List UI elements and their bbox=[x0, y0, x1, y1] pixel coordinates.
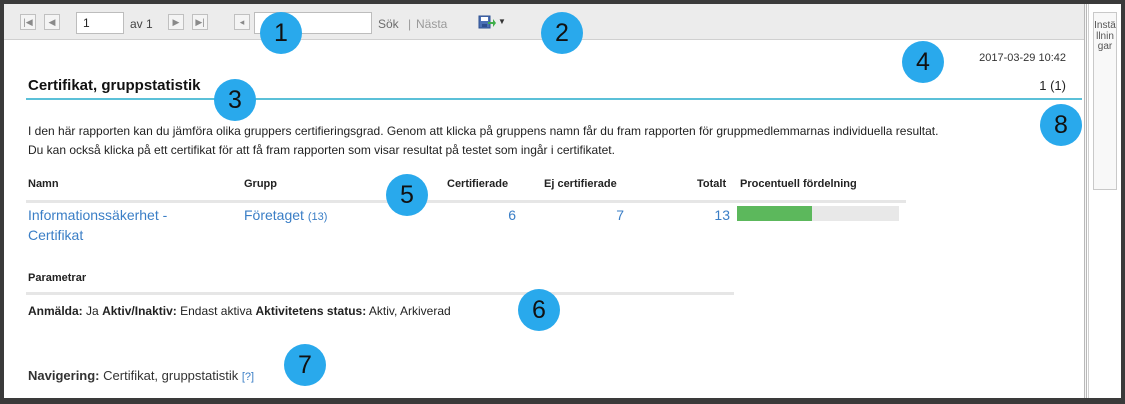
certificate-name-line: Informationssäkerhet - bbox=[28, 207, 168, 223]
back-button[interactable]: ◂ bbox=[234, 14, 250, 30]
param-label: Aktivitetens status: bbox=[255, 304, 367, 318]
settings-side-panel: Inställningar bbox=[1088, 4, 1121, 398]
parameters-rule bbox=[26, 292, 734, 295]
back-icon: ◂ bbox=[239, 17, 245, 27]
group-member-count: (13) bbox=[307, 211, 328, 223]
page-count: 1 (1) bbox=[1039, 78, 1066, 93]
parameters-title: Parametrar bbox=[28, 272, 87, 284]
report-title: Certifikat, gruppstatistik bbox=[28, 77, 201, 94]
find-next-link[interactable]: Nästa bbox=[416, 17, 447, 31]
annotation-marker: 4 bbox=[902, 41, 944, 83]
navigation-current: Certifikat, gruppstatistik bbox=[103, 368, 239, 383]
navigation-label: Navigering: bbox=[28, 368, 100, 383]
last-page-icon: ▶| bbox=[195, 17, 205, 27]
report-description: I den här rapporten kan du jämföra olika… bbox=[28, 122, 1078, 160]
navigation-breadcrumb: Navigering: Certifikat, gruppstatistik [… bbox=[28, 368, 254, 383]
page-of-label: av 1 bbox=[130, 17, 153, 31]
column-header-name: Namn bbox=[28, 178, 59, 190]
prev-page-button[interactable]: ◀ bbox=[44, 14, 60, 30]
param-value: Ja bbox=[86, 304, 99, 318]
annotation-marker: 3 bbox=[214, 79, 256, 121]
param-value: Endast aktiva bbox=[180, 304, 253, 318]
table-header-rule bbox=[26, 200, 906, 203]
certificate-name-link[interactable]: Informationssäkerhet - Certifikat bbox=[28, 205, 167, 245]
help-link[interactable]: [?] bbox=[242, 371, 254, 383]
panel-splitter[interactable] bbox=[1084, 4, 1087, 398]
param-label: Anmälda: bbox=[28, 304, 83, 318]
param-value: Aktiv, Arkiverad bbox=[368, 304, 451, 318]
group-link[interactable]: Företaget (13) bbox=[244, 205, 327, 227]
total-count-link[interactable]: 13 bbox=[664, 205, 730, 225]
param-label: Aktiv/Inaktiv: bbox=[102, 304, 177, 318]
settings-tab-label: Inställningar bbox=[1094, 20, 1116, 52]
report-viewer: |◀ ◀ 1 av 1 ▶ ▶| ◂ Sök | Nästa ▼ Inställ… bbox=[4, 4, 1121, 398]
annotation-marker: 5 bbox=[386, 174, 428, 216]
report-timestamp: 2017-03-29 10:42 bbox=[979, 52, 1066, 64]
column-header-distribution: Procentuell fördelning bbox=[740, 178, 857, 190]
export-dropdown-caret-icon[interactable]: ▼ bbox=[498, 17, 506, 26]
description-line: Du kan också klicka på ett certifikat fö… bbox=[28, 143, 615, 157]
first-page-icon: |◀ bbox=[23, 17, 33, 27]
parameters-line: Anmälda: Ja Aktiv/Inaktiv: Endast aktiva… bbox=[28, 304, 451, 318]
first-page-button[interactable]: |◀ bbox=[20, 14, 36, 30]
distribution-bar bbox=[737, 206, 899, 221]
group-name: Företaget bbox=[244, 207, 304, 223]
column-header-total: Totalt bbox=[697, 178, 727, 190]
title-rule bbox=[26, 98, 1082, 100]
annotation-marker: 8 bbox=[1040, 104, 1082, 146]
annotation-marker: 2 bbox=[541, 12, 583, 54]
next-page-icon: ▶ bbox=[172, 17, 180, 27]
next-page-button[interactable]: ▶ bbox=[168, 14, 184, 30]
certificate-name-line: Certifikat bbox=[28, 227, 84, 243]
export-save-icon[interactable] bbox=[478, 14, 496, 30]
search-link[interactable]: Sök bbox=[378, 17, 399, 31]
certified-count-link[interactable]: 6 bbox=[444, 205, 516, 225]
description-line: I den här rapporten kan du jämföra olika… bbox=[28, 124, 939, 138]
not-certified-count-link[interactable]: 7 bbox=[544, 205, 624, 225]
annotation-marker: 7 bbox=[284, 344, 326, 386]
column-header-not-certified: Ej certifierade bbox=[544, 178, 617, 190]
distribution-bar-certified-fill bbox=[737, 206, 812, 221]
search-separator: | bbox=[408, 17, 412, 31]
column-header-group: Grupp bbox=[244, 178, 277, 190]
column-header-certified: Certifierade bbox=[447, 178, 509, 190]
page-number-input[interactable]: 1 bbox=[76, 12, 124, 34]
annotation-marker: 1 bbox=[260, 12, 302, 54]
last-page-button[interactable]: ▶| bbox=[192, 14, 208, 30]
settings-tab[interactable]: Inställningar bbox=[1093, 12, 1117, 190]
prev-page-icon: ◀ bbox=[48, 17, 56, 27]
annotation-marker: 6 bbox=[518, 289, 560, 331]
